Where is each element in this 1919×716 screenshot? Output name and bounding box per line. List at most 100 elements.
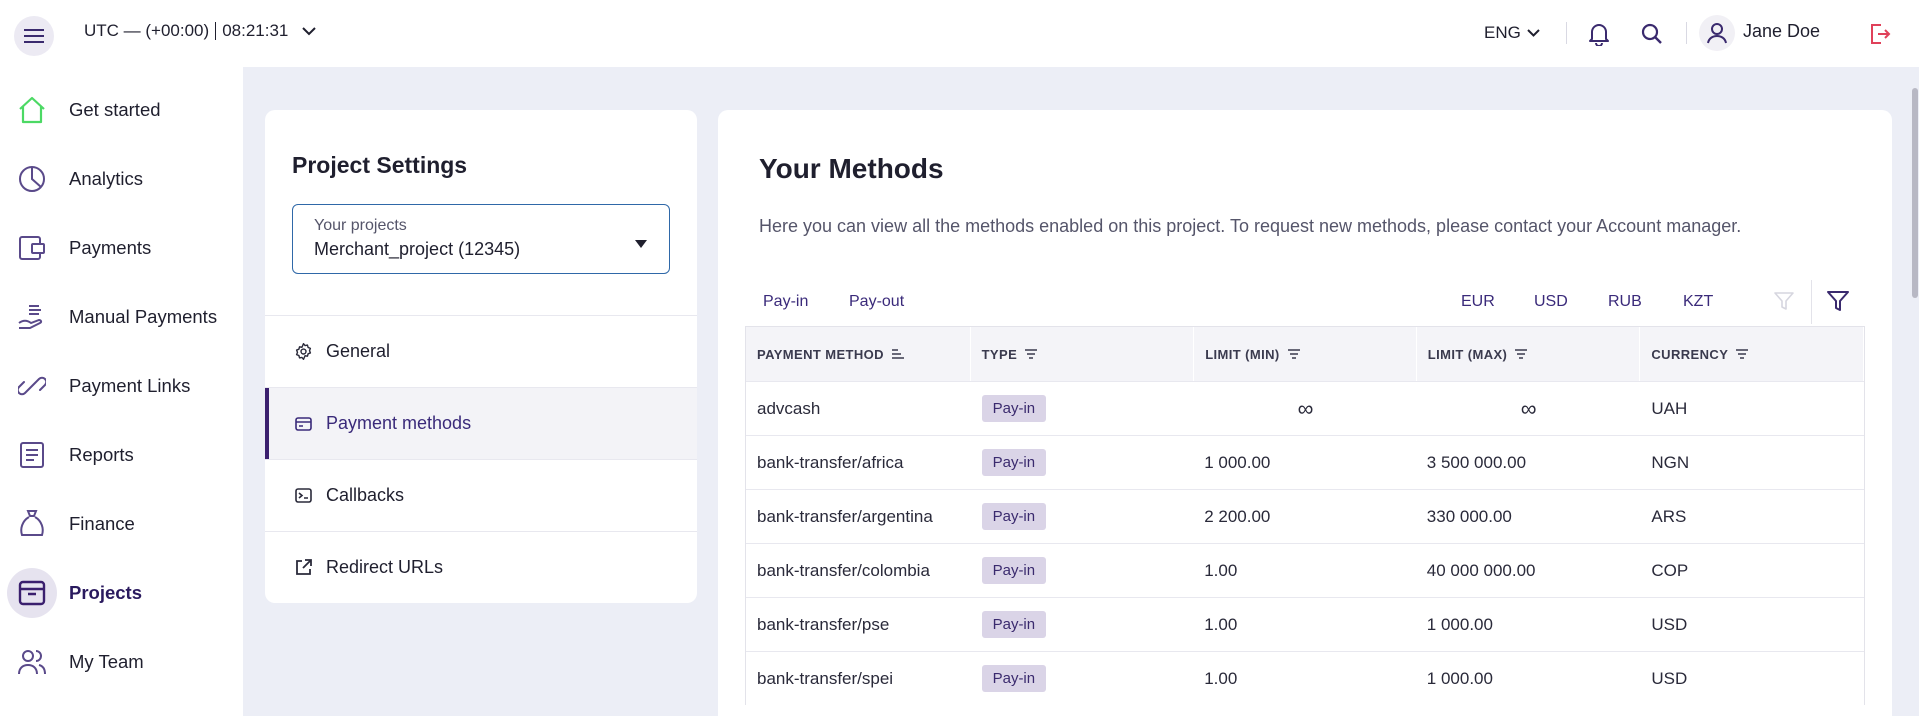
notifications-button[interactable]: [1583, 18, 1615, 50]
caret-down-icon: [635, 235, 647, 253]
logout-button[interactable]: [1864, 18, 1896, 50]
currency-filter-eur[interactable]: EUR: [1461, 293, 1495, 311]
currency-filter-kzt[interactable]: KZT: [1683, 293, 1713, 311]
cell-limit-min: 2 200.00: [1204, 506, 1271, 526]
sidebar-item-analytics[interactable]: Analytics: [0, 153, 243, 205]
timezone-display: UTC — (+00:00) 08:21:31: [84, 21, 317, 41]
cell-type: Pay-in: [971, 652, 1195, 705]
column-header-limit-min[interactable]: LIMIT (MIN): [1194, 327, 1417, 381]
sidebar-item-label: Reports: [69, 444, 134, 465]
column-header-type[interactable]: TYPE: [971, 327, 1195, 381]
filter-button[interactable]: [1823, 286, 1853, 316]
search-button[interactable]: [1636, 18, 1668, 50]
filter-icon: [1827, 291, 1849, 311]
settings-item-general[interactable]: General: [265, 315, 697, 387]
settings-item-redirect-urls[interactable]: Redirect URLs: [265, 531, 697, 603]
language-selector[interactable]: ENG: [1484, 23, 1540, 43]
cell-limit-min: 1 000.00: [1204, 452, 1271, 472]
tab-pay-in[interactable]: Pay-in: [763, 293, 808, 311]
divider: [1686, 22, 1687, 44]
type-badge: Pay-in: [981, 449, 1047, 476]
column-header-currency[interactable]: CURRENCY: [1640, 327, 1864, 381]
sidebar-item-payments[interactable]: Payments: [0, 222, 243, 274]
cell-method: bank-transfer/spei: [757, 668, 894, 688]
sidebar-item-get-started[interactable]: Get started: [0, 84, 243, 136]
project-select[interactable]: Your projects Merchant_project (12345): [292, 204, 670, 274]
table-header: PAYMENT METHOD TYPE LIMIT (MIN) LIMIT (M…: [746, 327, 1864, 381]
cell-currency: NGN: [1651, 452, 1690, 472]
methods-table: PAYMENT METHOD TYPE LIMIT (MIN) LIMIT (M…: [745, 326, 1865, 705]
column-header-label: PAYMENT METHOD: [757, 346, 884, 362]
table-row[interactable]: bank-transfer/pse Pay-in 1.00 1 000.00 U…: [746, 597, 1864, 651]
sidebar-item-manual-payments[interactable]: Manual Payments: [0, 291, 243, 343]
sidebar-item-label: My Team: [69, 651, 144, 672]
sort-icon: [1287, 349, 1300, 359]
table-row[interactable]: bank-transfer/argentina Pay-in 2 200.00 …: [746, 489, 1864, 543]
cell-type: Pay-in: [971, 598, 1195, 651]
cell-limit-max: 1 000.00: [1426, 668, 1493, 688]
cell-currency: COP: [1651, 560, 1689, 580]
link-icon: [12, 366, 52, 406]
cell-method: advcash: [757, 398, 821, 418]
column-header-label: CURRENCY: [1651, 346, 1729, 362]
table-row[interactable]: bank-transfer/colombia Pay-in 1.00 40 00…: [746, 543, 1864, 597]
cell-currency: USD: [1651, 614, 1688, 634]
sort-icon: [891, 349, 904, 359]
sidebar: Get started Analytics Payments Manual Pa…: [0, 67, 243, 716]
column-header-limit-max[interactable]: LIMIT (MAX): [1417, 327, 1641, 381]
settings-item-label: General: [326, 341, 391, 361]
hamburger-menu-button[interactable]: [14, 16, 54, 56]
settings-item-label: Payment methods: [326, 413, 472, 433]
timezone-label: UTC — (+00:00): [84, 21, 210, 40]
table-row[interactable]: bank-transfer/africa Pay-in 1 000.00 3 5…: [746, 435, 1864, 489]
cell-type: Pay-in: [971, 436, 1195, 489]
cell-currency: UAH: [1651, 398, 1688, 418]
sidebar-item-projects[interactable]: Projects: [0, 567, 243, 619]
cell-type: Pay-in: [971, 544, 1195, 597]
top-bar: UTC — (+00:00) 08:21:31 ENG Jane Doe: [0, 0, 1919, 67]
home-icon: [12, 90, 52, 130]
cell-limit-max: ∞: [1520, 395, 1537, 421]
search-icon: [1641, 23, 1662, 44]
cell-limit-min: 1.00: [1204, 668, 1238, 688]
terminal-icon: [295, 488, 312, 503]
column-header-payment-method[interactable]: PAYMENT METHOD: [746, 327, 971, 381]
money-bag-icon: [12, 504, 52, 544]
divider: [1811, 280, 1812, 324]
cell-limit-min: ∞: [1297, 395, 1314, 421]
settings-item-payment-methods[interactable]: Payment methods: [265, 387, 697, 459]
username[interactable]: Jane Doe: [1743, 21, 1820, 42]
sidebar-item-payment-links[interactable]: Payment Links: [0, 360, 243, 412]
timezone-dropdown-button[interactable]: [302, 26, 317, 36]
page-scrollbar[interactable]: [1912, 88, 1918, 298]
project-select-label: Your projects: [314, 217, 407, 234]
currency-filter-rub[interactable]: RUB: [1608, 293, 1642, 311]
wallet-icon: [12, 228, 52, 268]
table-row[interactable]: bank-transfer/spei Pay-in 1.00 1 000.00 …: [746, 651, 1864, 705]
cell-method: bank-transfer/colombia: [757, 560, 930, 580]
table-row[interactable]: advcash Pay-in ∞ ∞ UAH: [746, 381, 1864, 435]
sidebar-item-finance[interactable]: Finance: [0, 498, 243, 550]
sidebar-item-my-team[interactable]: My Team: [0, 636, 243, 688]
avatar[interactable]: [1699, 15, 1735, 51]
sidebar-item-label: Get started: [69, 99, 161, 120]
sidebar-item-label: Payments: [69, 237, 152, 258]
settings-item-callbacks[interactable]: Callbacks: [265, 459, 697, 531]
currency-filter-usd[interactable]: USD: [1534, 293, 1568, 311]
column-header-label: LIMIT (MIN): [1205, 346, 1280, 362]
cell-currency: ARS: [1651, 506, 1687, 526]
clear-filter-button[interactable]: [1769, 286, 1799, 316]
sidebar-item-reports[interactable]: Reports: [0, 429, 243, 481]
chevron-down-icon: [302, 26, 317, 35]
external-link-icon: [295, 559, 312, 576]
project-settings-panel: Project Settings Your projects Merchant_…: [265, 110, 697, 603]
hand-coins-icon: [12, 297, 52, 337]
sidebar-item-label: Finance: [69, 513, 135, 534]
cell-limit-max: 40 000 000.00: [1426, 560, 1536, 580]
cell-type: Pay-in: [971, 382, 1195, 435]
clock-time: 08:21:31: [222, 21, 289, 40]
hamburger-icon: [24, 29, 44, 43]
document-icon: [12, 435, 52, 475]
tab-pay-out[interactable]: Pay-out: [849, 293, 904, 311]
settings-item-label: Callbacks: [326, 485, 405, 505]
